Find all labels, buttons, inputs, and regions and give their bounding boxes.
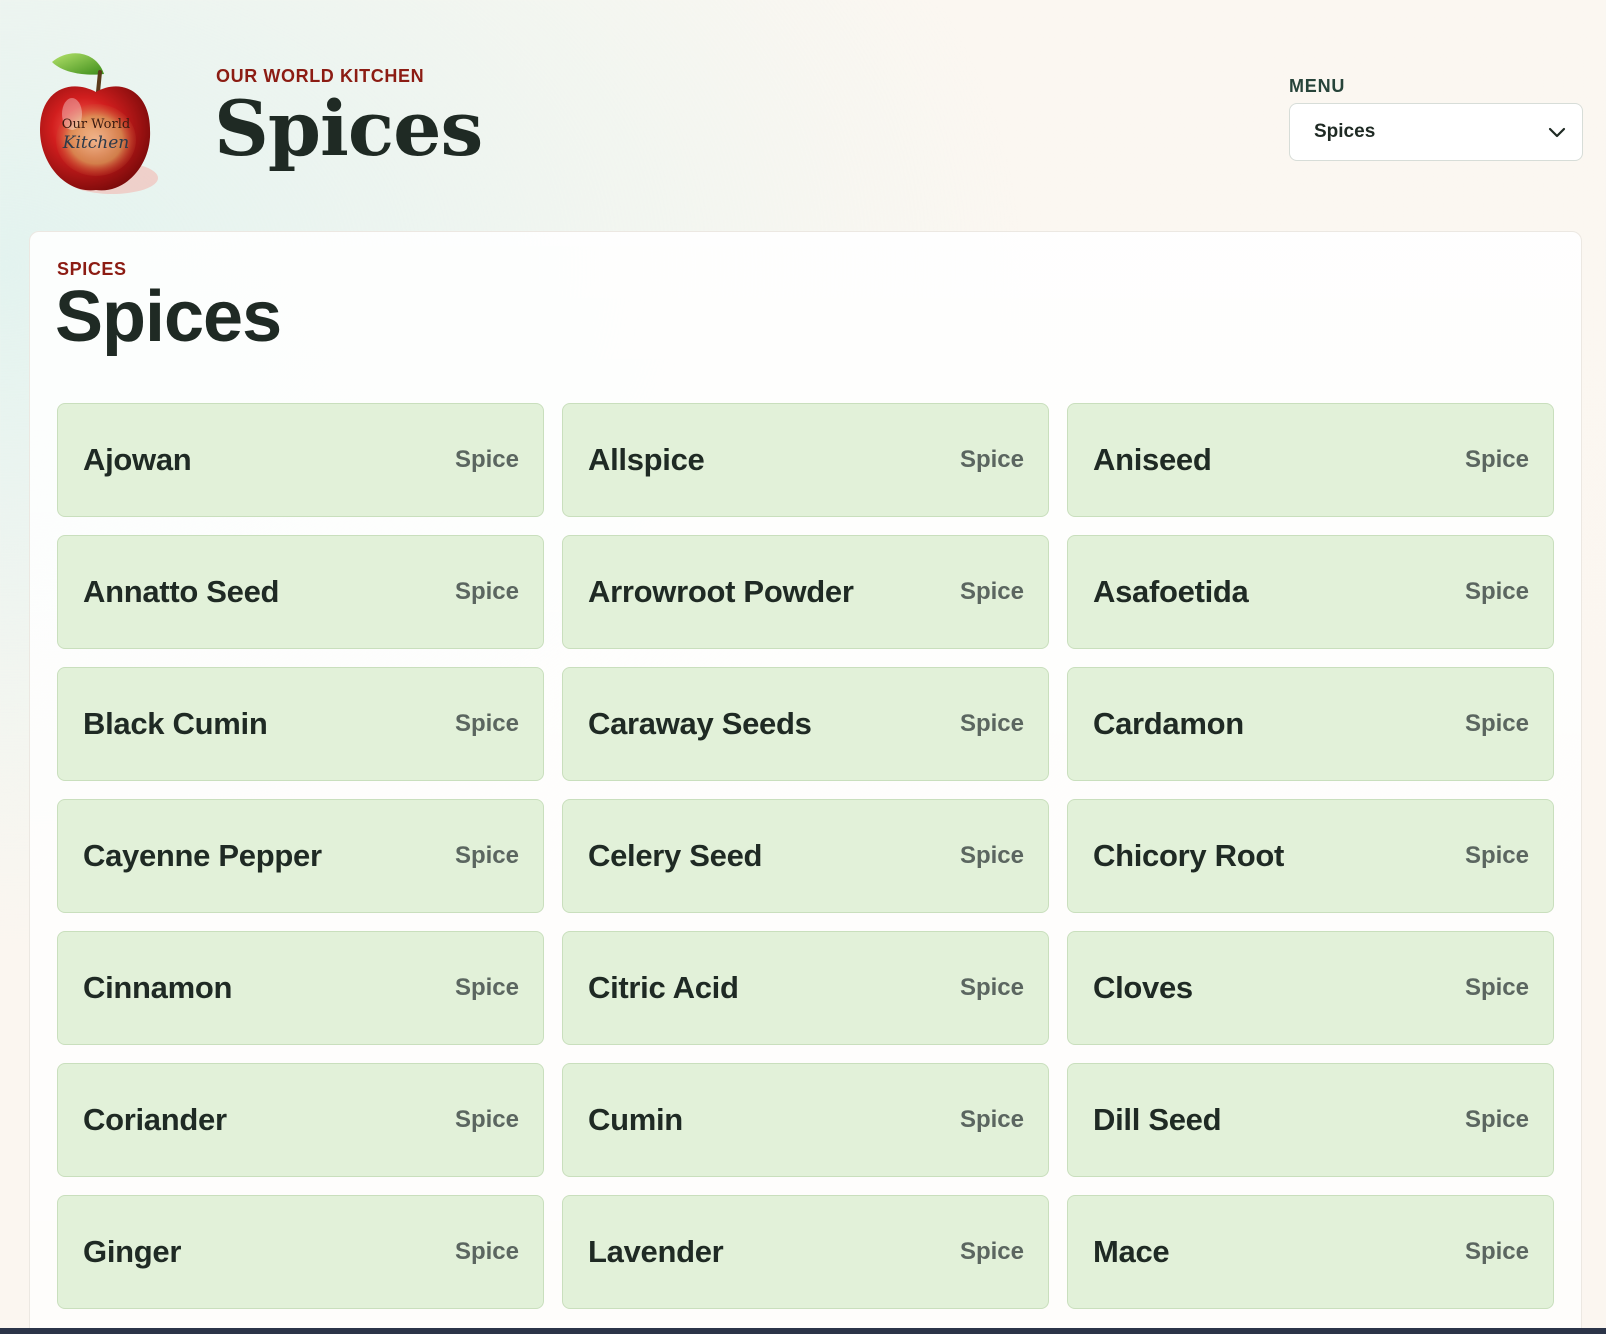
spice-name: Cardamon [1093,706,1244,741]
spice-name: Chicory Root [1093,838,1285,873]
spice-card[interactable]: Cayenne Pepper Spice [57,799,544,913]
spice-card[interactable]: Cinnamon Spice [57,931,544,1045]
bottom-bar [0,1328,1606,1334]
spice-name: Cinnamon [83,970,233,1005]
logo-text-our-world: Our World [62,117,130,132]
menu-label: MENU [1289,76,1346,96]
spice-name: Arrowroot Powder [588,574,854,609]
spice-type-label: Spice [454,1238,519,1265]
spice-type-label: Spice [959,1106,1024,1133]
spice-card[interactable]: Lavender Spice [562,1195,1049,1309]
spice-type-label: Spice [1464,1238,1529,1265]
spice-card[interactable]: Ginger Spice [57,1195,544,1309]
spice-card[interactable]: Mace Spice [1067,1195,1554,1309]
spice-name: Lavender [588,1234,724,1269]
content-panel: SPICES Spices Ajowan Spice Allspice Spice An… [29,231,1582,1334]
spice-card[interactable]: Dill Seed Spice [1067,1063,1554,1177]
spice-card[interactable]: Coriander Spice [57,1063,544,1177]
svg-text:Kitchen: Kitchen [62,133,129,153]
spice-type-label: Spice [454,842,519,869]
section-title: Spices [55,277,282,357]
spice-card[interactable]: Arrowroot Powder Spice [562,535,1049,649]
spice-type-label: Spice [454,974,519,1001]
page-title: Spices [214,84,483,173]
spice-card[interactable]: Caraway Seeds Spice [562,667,1049,781]
spice-card[interactable]: Black Cumin Spice [57,667,544,781]
spice-name: Asafoetida [1093,574,1249,609]
spice-grid: Ajowan Spice Allspice Spice Aniseed Spice Anna… [57,403,1568,1309]
spice-type-label: Spice [959,842,1024,869]
spice-type-label: Spice [454,446,519,473]
spice-type-label: Spice [959,710,1024,737]
spice-card[interactable]: Annatto Seed Spice [57,535,544,649]
svg-text:Our World: Our World [62,117,130,132]
spice-type-label: Spice [959,1238,1024,1265]
spice-name: Ginger [83,1234,182,1269]
spice-type-label: Spice [454,1106,519,1133]
spice-name: Cayenne Pepper [83,838,322,873]
spice-card[interactable]: Cardamon Spice [1067,667,1554,781]
spice-card[interactable]: Chicory Root Spice [1067,799,1554,913]
menu-selected-value: Spices [1314,121,1376,142]
spice-name: Mace [1093,1234,1170,1269]
spice-card[interactable]: Cumin Spice [562,1063,1049,1177]
spice-type-label: Spice [959,578,1024,605]
spice-card[interactable]: Ajowan Spice [57,403,544,517]
spice-name: Coriander [83,1102,227,1137]
spice-name: Allspice [588,442,705,477]
spice-card[interactable]: Citric Acid Spice [562,931,1049,1045]
spice-card[interactable]: Cloves Spice [1067,931,1554,1045]
logo-text-kitchen: Kitchen [62,133,129,153]
spice-type-label: Spice [1464,578,1529,605]
spice-name: Dill Seed [1093,1102,1222,1137]
spice-name: Caraway Seeds [588,706,812,741]
spice-name: Cloves [1093,970,1193,1005]
spice-name: Citric Acid [588,970,739,1005]
our-world-kitchen-logo[interactable]: Our World Kitchen [38,44,166,204]
site-header: Our World Kitchen OUR WORLD KITCHEN Spic… [0,0,1606,230]
chevron-down-icon [1546,121,1568,143]
spice-type-label: Spice [1464,710,1529,737]
menu-select[interactable]: Spices [1289,103,1583,161]
spice-type-label: Spice [1464,446,1529,473]
spice-type-label: Spice [454,578,519,605]
spice-card[interactable]: Allspice Spice [562,403,1049,517]
spice-type-label: Spice [959,974,1024,1001]
spice-name: Celery Seed [588,838,763,873]
spice-card[interactable]: Asafoetida Spice [1067,535,1554,649]
spice-type-label: Spice [454,710,519,737]
spice-type-label: Spice [959,446,1024,473]
spice-type-label: Spice [1464,842,1529,869]
spice-card[interactable]: Celery Seed Spice [562,799,1049,913]
spice-card[interactable]: Aniseed Spice [1067,403,1554,517]
spice-name: Aniseed [1093,442,1212,477]
spice-name: Black Cumin [83,706,268,741]
spice-name: Cumin [588,1102,683,1137]
spice-type-label: Spice [1464,974,1529,1001]
spice-name: Annatto Seed [83,574,280,609]
spice-name: Ajowan [83,442,192,477]
spice-type-label: Spice [1464,1106,1529,1133]
